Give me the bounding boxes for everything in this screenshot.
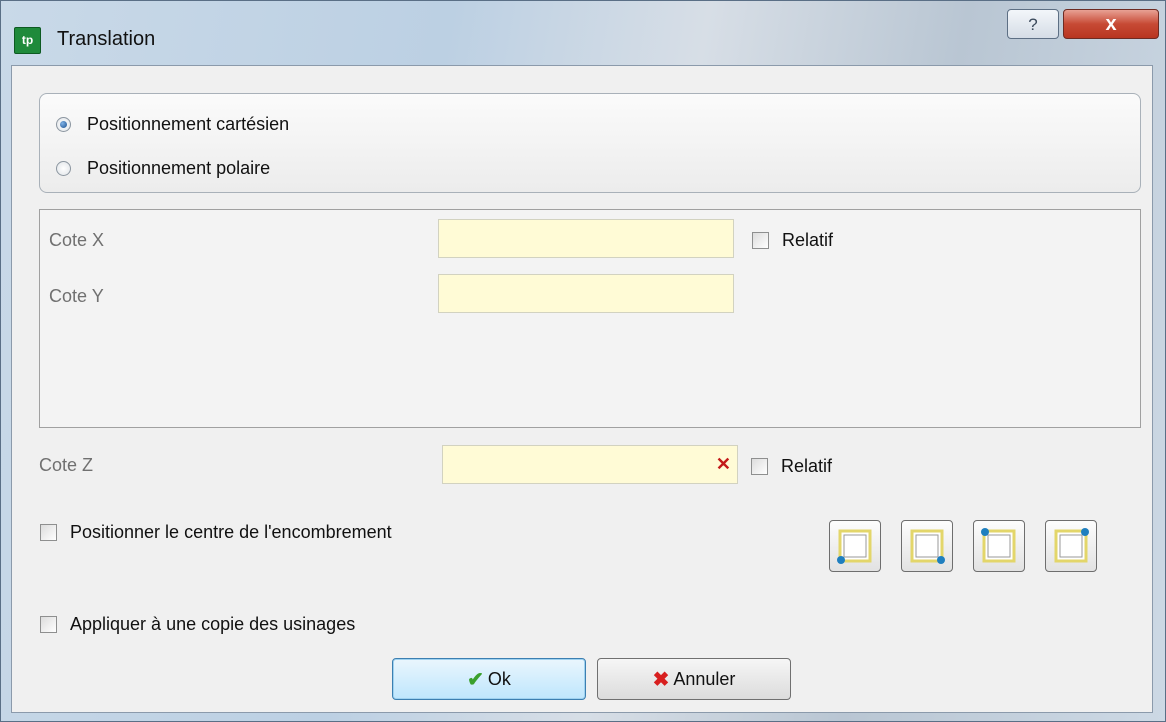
clear-icon[interactable]: ✕ <box>716 454 731 474</box>
center-bbox-option[interactable]: Positionner le centre de l'encombrement <box>40 522 392 543</box>
center-bbox-checkbox[interactable] <box>40 524 57 541</box>
z-relative-label: Relatif <box>781 456 833 476</box>
cote-y-label: Cote Y <box>49 286 104 306</box>
z-relative-checkbox[interactable] <box>751 458 768 475</box>
radio-polar-label: Positionnement polaire <box>87 158 271 178</box>
dialog-client-area: Positionnement cartésien Positionnement … <box>11 65 1153 713</box>
cote-z-label: Cote Z <box>39 455 94 475</box>
cote-z-input[interactable]: ✕ <box>442 445 738 484</box>
corner-bottom-left-icon <box>837 529 872 564</box>
cancel-button[interactable]: ✖ Annuler <box>597 658 791 700</box>
cote-y-input[interactable] <box>438 274 734 313</box>
cote-x-label: Cote X <box>49 230 105 250</box>
ok-button[interactable]: ✔ Ok <box>392 658 586 700</box>
center-bbox-label: Positionner le centre de l'encombrement <box>70 522 392 542</box>
app-icon: tp <box>14 27 41 54</box>
help-button[interactable]: ? <box>1007 9 1059 39</box>
corner-top-left-icon <box>981 528 1016 563</box>
z-relative-option[interactable]: Relatif <box>751 456 832 477</box>
corner-bottom-right-button[interactable] <box>901 520 953 572</box>
radio-polar-row[interactable]: Positionnement polaire <box>56 158 270 179</box>
ok-button-label: Ok <box>487 668 511 689</box>
cancel-x-icon: ✖ <box>652 668 670 691</box>
corner-top-right-icon <box>1054 528 1089 563</box>
apply-copy-option[interactable]: Appliquer à une copie des usinages <box>40 614 355 635</box>
cote-x-input[interactable] <box>438 219 734 258</box>
radio-cartesian-label: Positionnement cartésien <box>87 114 290 134</box>
dialog-window: tp Translation ? x Positionnement cartés… <box>0 0 1166 722</box>
positioning-mode-group: Positionnement cartésien Positionnement … <box>39 93 1141 193</box>
apply-copy-label: Appliquer à une copie des usinages <box>70 614 356 634</box>
radio-polar[interactable] <box>56 161 71 176</box>
title-bar[interactable]: tp Translation ? x <box>1 1 1165 65</box>
x-relative-checkbox[interactable] <box>752 232 769 249</box>
corner-top-right-button[interactable] <box>1045 520 1097 572</box>
radio-cartesian[interactable] <box>56 117 71 132</box>
close-button[interactable]: x <box>1063 9 1159 39</box>
coordinates-group: Cote X Relatif Cote Y <box>39 209 1141 428</box>
corner-top-left-button[interactable] <box>973 520 1025 572</box>
window-title: Translation <box>57 28 156 50</box>
radio-cartesian-row[interactable]: Positionnement cartésien <box>56 114 289 135</box>
corner-bottom-left-button[interactable] <box>829 520 881 572</box>
corner-bottom-right-icon <box>910 529 945 564</box>
x-relative-label: Relatif <box>782 230 834 250</box>
x-relative-option[interactable]: Relatif <box>752 230 833 251</box>
checkmark-icon: ✔ <box>467 668 484 691</box>
apply-copy-checkbox[interactable] <box>40 616 57 633</box>
cancel-button-label: Annuler <box>673 668 736 689</box>
